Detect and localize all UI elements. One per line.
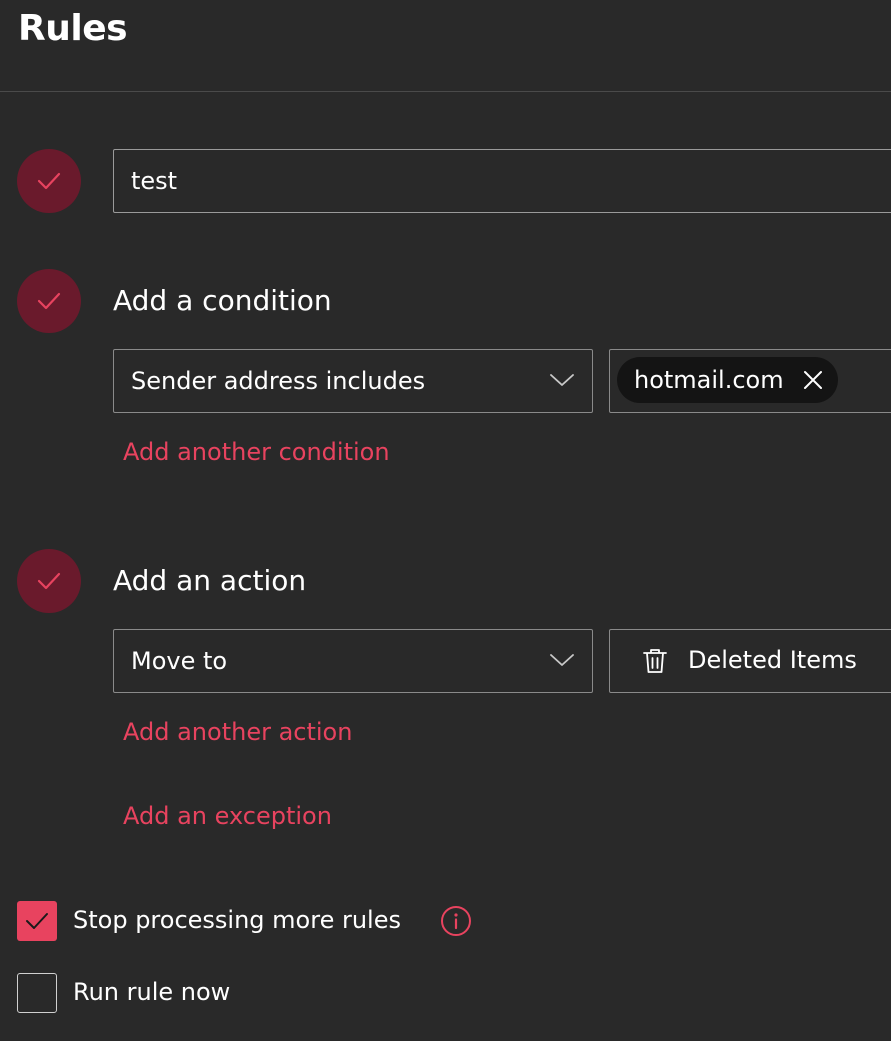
checkmark-icon xyxy=(37,572,61,590)
rule-name-value: test xyxy=(131,167,178,195)
add-another-action-link[interactable]: Add another action xyxy=(123,718,352,746)
action-type-value: Move to xyxy=(131,647,228,675)
trash-icon xyxy=(643,649,667,673)
folder-picker-button[interactable]: Deleted Items xyxy=(609,629,891,693)
condition-chip-label: hotmail.com xyxy=(634,366,784,394)
folder-picker-value: Deleted Items xyxy=(688,646,857,674)
rule-name-input[interactable]: test xyxy=(113,149,891,213)
stop-processing-checkbox[interactable] xyxy=(17,901,57,941)
condition-type-value: Sender address includes xyxy=(131,367,426,395)
condition-chip: hotmail.com xyxy=(617,357,838,403)
checkmark-icon xyxy=(26,913,48,929)
chevron-down-icon xyxy=(550,654,574,666)
close-icon[interactable] xyxy=(802,369,824,391)
stop-processing-label: Stop processing more rules xyxy=(73,906,401,934)
add-exception-link[interactable]: Add an exception xyxy=(123,802,332,830)
action-heading: Add an action xyxy=(113,564,307,597)
add-another-condition-link[interactable]: Add another condition xyxy=(123,438,390,466)
condition-heading: Add a condition xyxy=(113,284,332,317)
step-circle-action xyxy=(17,549,81,613)
checkmark-icon xyxy=(37,172,61,190)
step-circle-condition xyxy=(17,269,81,333)
page-title: Rules xyxy=(18,8,128,49)
condition-type-dropdown[interactable]: Sender address includes xyxy=(113,349,593,413)
condition-value-input[interactable]: hotmail.com xyxy=(609,349,891,413)
info-icon[interactable] xyxy=(440,905,472,937)
action-type-dropdown[interactable]: Move to xyxy=(113,629,593,693)
run-rule-now-checkbox[interactable] xyxy=(17,973,57,1013)
chevron-down-icon xyxy=(550,374,574,386)
checkmark-icon xyxy=(37,292,61,310)
header-divider xyxy=(0,91,891,92)
step-circle-name xyxy=(17,149,81,213)
run-rule-now-label: Run rule now xyxy=(73,978,231,1006)
